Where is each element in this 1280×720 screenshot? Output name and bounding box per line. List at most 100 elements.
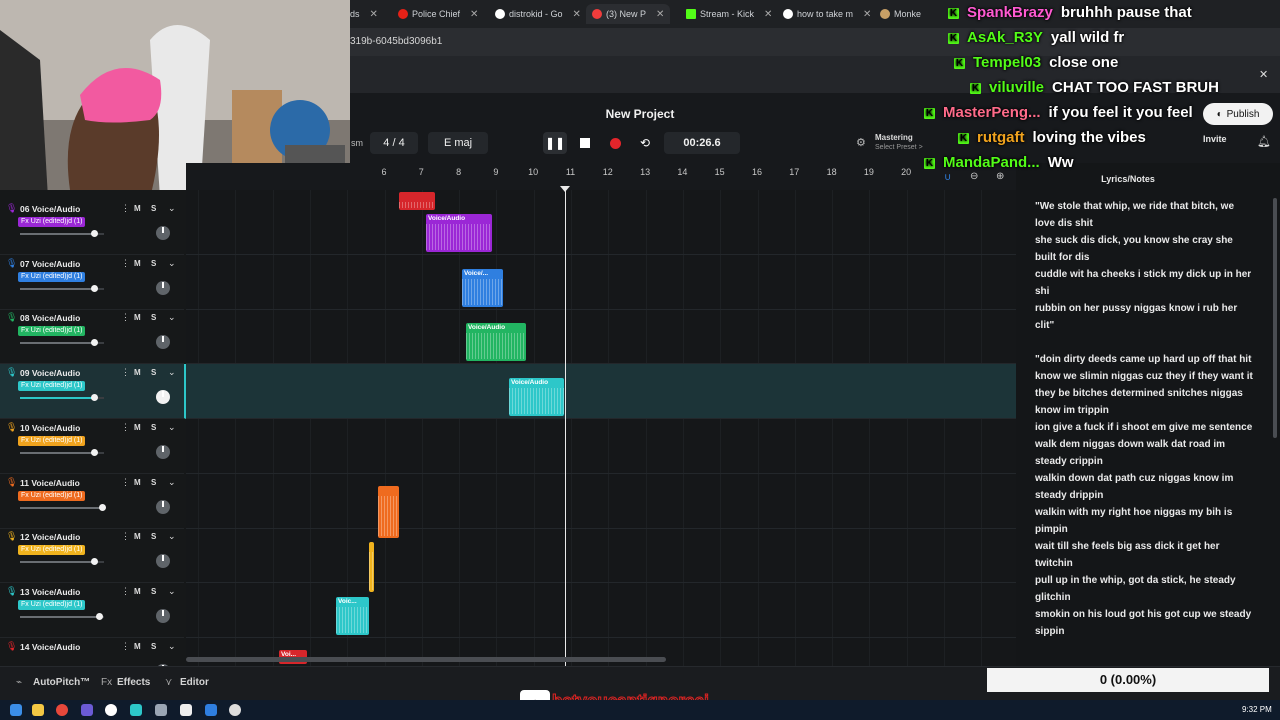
solo-button[interactable]: S [151, 532, 156, 541]
more-icon[interactable]: ⋮ [121, 367, 130, 378]
track-name[interactable]: 09 Voice/Audio [20, 368, 80, 378]
mute-button[interactable]: M [134, 368, 141, 377]
start-icon[interactable] [10, 704, 22, 716]
close-icon[interactable]: ✕ [1259, 68, 1268, 81]
track-name[interactable]: 08 Voice/Audio [20, 313, 80, 323]
audio-clip[interactable]: Voice/Audio [426, 214, 492, 252]
volume-knob[interactable] [90, 448, 98, 456]
publish-button[interactable]: ◐ Publish [1203, 103, 1273, 125]
chevron-down-icon[interactable]: ⌄ [168, 367, 176, 378]
track-row[interactable]: 🎙︎ 12 Voice/Audio ⋮ M S ⌄ Fx Uzi (edited)jd (1… [0, 528, 184, 584]
track-lane[interactable] [186, 474, 1016, 529]
mute-button[interactable]: M [134, 259, 141, 268]
tab-6[interactable]: Monke [880, 4, 921, 24]
audio-clip[interactable]: Voice/Audio [466, 323, 526, 362]
volume-slider[interactable] [20, 230, 104, 237]
capcut-icon[interactable] [180, 704, 192, 716]
time-signature[interactable]: 4 / 4 [370, 132, 418, 154]
tab-2[interactable]: distrokid - Go ✕ [495, 4, 581, 24]
chevron-down-icon[interactable]: ⌄ [168, 531, 176, 542]
effect-chip[interactable]: Fx Uzi (edited)jd (1) [18, 217, 86, 227]
volume-slider[interactable] [20, 558, 104, 566]
more-icon[interactable]: ⋮ [121, 312, 130, 323]
tab-3[interactable]: (3) New P ✕ [586, 4, 671, 24]
address-bar[interactable] [350, 28, 1280, 56]
chevron-down-icon[interactable]: ⌄ [168, 258, 176, 269]
pan-knob[interactable] [156, 390, 170, 405]
more-icon[interactable]: ⋮ [121, 586, 130, 597]
volume-knob[interactable] [90, 230, 98, 237]
track-row[interactable]: 🎙︎ 08 Voice/Audio ⋮ M S ⌄ Fx Uzi (edited)jd (1… [0, 309, 184, 365]
invite-button[interactable]: Invite [1203, 134, 1227, 144]
volume-knob[interactable] [98, 503, 106, 511]
snap-icon[interactable]: ∪ [944, 172, 951, 183]
audio-clip[interactable] [399, 192, 435, 210]
app-icon[interactable] [205, 704, 217, 716]
lyrics-text[interactable]: "We stole that whip, we ride that bitch,… [1035, 198, 1255, 660]
more-icon[interactable]: ⋮ [121, 641, 130, 652]
effect-chip[interactable]: Fx Uzi (edited)jd (1) [18, 381, 86, 392]
volume-slider[interactable] [20, 394, 104, 402]
solo-button[interactable]: S [151, 204, 156, 213]
editor-button[interactable]: Editor [180, 677, 209, 688]
chevron-down-icon[interactable]: ⌄ [168, 586, 176, 597]
more-icon[interactable]: ⋮ [121, 203, 130, 214]
tab-5[interactable]: how to take m ✕ [783, 4, 871, 24]
pan-knob[interactable] [156, 444, 170, 459]
effects-button[interactable]: Effects [117, 677, 150, 688]
volume-slider[interactable] [20, 284, 104, 292]
track-name[interactable]: 13 Voice/Audio [20, 587, 80, 597]
effect-chip[interactable]: Fx Uzi (edited)jd (1) [18, 326, 86, 337]
track-lane[interactable] [186, 419, 1016, 474]
audio-clip[interactable] [378, 486, 399, 538]
timeline-grid[interactable]: Voice/Audio Voice/... Voice/Audio Voice/Aud… [186, 190, 1016, 666]
tab-0[interactable]: ds ✕ [350, 4, 378, 24]
close-icon[interactable]: ✕ [470, 9, 478, 20]
mixer-icon[interactable]: ⚙ [856, 136, 866, 149]
app-icon[interactable] [130, 704, 142, 716]
mute-button[interactable]: M [134, 478, 141, 487]
volume-knob[interactable] [90, 339, 98, 347]
track-lane[interactable] [186, 583, 1016, 638]
chevron-down-icon[interactable]: ⌄ [168, 477, 176, 488]
solo-button[interactable]: S [151, 642, 156, 651]
mute-button[interactable]: M [134, 423, 141, 432]
chevron-down-icon[interactable]: ⌄ [168, 312, 176, 323]
mute-button[interactable]: M [134, 587, 141, 596]
solo-button[interactable]: S [151, 368, 156, 377]
chrome-icon[interactable] [56, 704, 68, 716]
track-row[interactable]: 🎙︎ 10 Voice/Audio ⋮ M S ⌄ Fx Uzi (edited)jd (1… [0, 419, 184, 474]
horizontal-scrollbar[interactable] [186, 657, 666, 662]
record-button[interactable] [603, 132, 627, 154]
track-name[interactable]: 14 Voice/Audio [20, 642, 80, 652]
more-icon[interactable]: ⋮ [121, 531, 130, 542]
more-icon[interactable]: ⋮ [121, 477, 130, 488]
app-icon[interactable] [155, 704, 167, 716]
pan-knob[interactable] [156, 499, 170, 514]
app-icon[interactable] [81, 704, 93, 716]
audio-clip[interactable]: Voice/... [462, 268, 503, 307]
track-lane[interactable] [186, 528, 1016, 584]
track-lane[interactable] [186, 255, 1016, 310]
chevron-down-icon[interactable]: ⌄ [168, 422, 176, 433]
pan-knob[interactable] [156, 335, 170, 350]
track-lane[interactable] [186, 309, 1016, 365]
mute-button[interactable]: M [134, 642, 141, 651]
tab-4[interactable]: Stream - Kick ✕ [686, 4, 772, 24]
volume-knob[interactable] [95, 612, 103, 620]
track-row[interactable]: 🎙︎ 13 Voice/Audio ⋮ M S ⌄ Fx Uzi (edited)jd (1… [0, 583, 184, 638]
obs-icon[interactable] [105, 704, 117, 716]
volume-knob[interactable] [90, 558, 98, 566]
track-row[interactable]: 🎙︎ 09 Voice/Audio ⋮ M S ⌄ Fx Uzi (edited)jd (1… [0, 364, 186, 420]
bell-icon[interactable]: 🔔︎ [1257, 135, 1271, 148]
volume-knob[interactable] [90, 284, 98, 292]
track-row[interactable]: 🎙︎ 07 Voice/Audio ⋮ M S ⌄ Fx Uzi (edited)jd (1… [0, 255, 184, 310]
track-lane[interactable] [186, 200, 1016, 255]
audio-clip[interactable] [369, 542, 374, 592]
mastering-preset[interactable]: Select Preset > [875, 144, 923, 151]
track-name[interactable]: 07 Voice/Audio [20, 259, 80, 269]
effect-chip[interactable]: Fx Uzi (edited)jd (1) [18, 545, 86, 556]
pan-knob[interactable] [156, 608, 170, 623]
volume-slider[interactable] [20, 339, 104, 347]
autopitch-button[interactable]: AutoPitch™ [33, 677, 90, 688]
